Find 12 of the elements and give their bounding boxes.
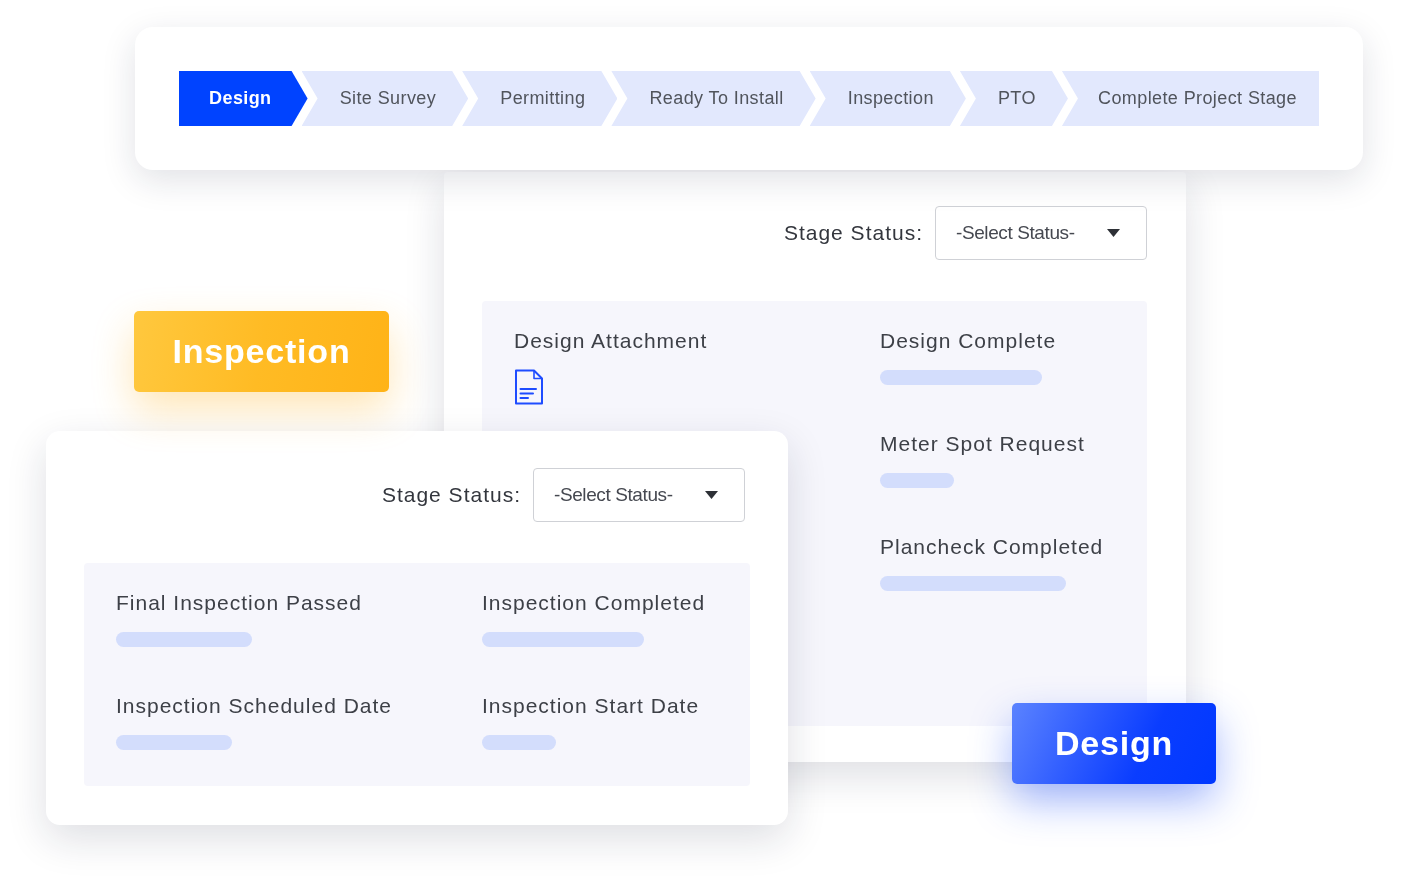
stage-status-label: Stage Status: [783, 221, 923, 245]
field-label: Inspection Start Date [482, 693, 700, 719]
field-label: Inspection Scheduled Date [116, 693, 392, 719]
field-label: Plancheck Completed [880, 534, 1104, 560]
stage-status-label: Stage Status: [381, 483, 521, 507]
stage-tag: Design [1012, 703, 1216, 784]
field-label: Design Attachment [514, 328, 708, 354]
field-label: Design Complete [880, 328, 1057, 354]
stage-tag: Inspection [134, 311, 389, 392]
field-label: Inspection Completed [482, 590, 706, 616]
field-label: Final Inspection Passed [116, 590, 362, 616]
field-label: Meter Spot Request [880, 431, 1085, 457]
